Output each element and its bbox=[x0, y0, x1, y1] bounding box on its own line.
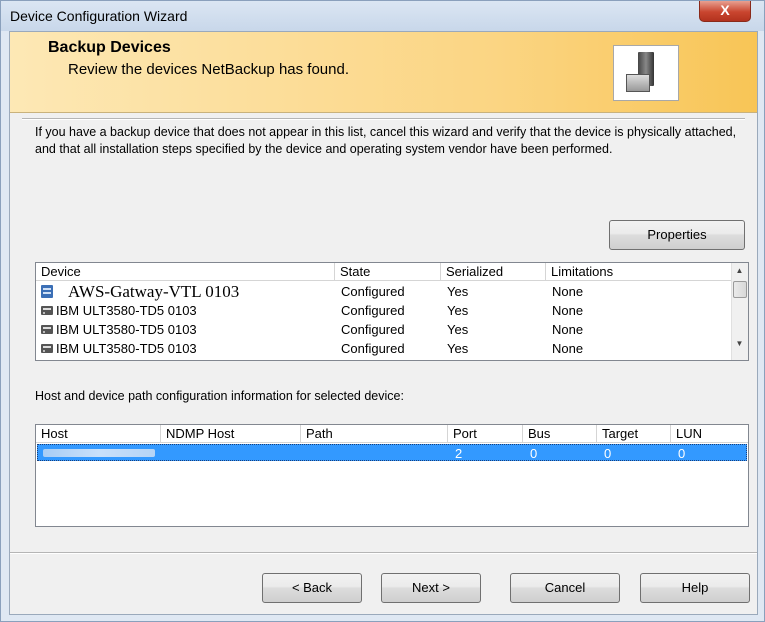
scroll-down-arrow-icon[interactable]: ▼ bbox=[732, 339, 747, 348]
device-limitations: None bbox=[552, 322, 584, 337]
device-limitations: None bbox=[552, 341, 584, 356]
device-list-scrollbar[interactable]: ▲ ▼ bbox=[731, 263, 748, 360]
column-header-device[interactable]: Device bbox=[36, 263, 335, 281]
scroll-thumb[interactable] bbox=[733, 281, 747, 298]
column-header-path[interactable]: Path bbox=[301, 425, 448, 443]
header-title: Backup Devices bbox=[48, 39, 171, 56]
properties-button[interactable]: Properties bbox=[609, 220, 745, 250]
help-button[interactable]: Help bbox=[640, 573, 750, 603]
header-subtitle: Review the devices NetBackup has found. bbox=[68, 61, 349, 78]
device-name: IBM ULT3580-TD5 0103 bbox=[56, 341, 197, 356]
device-name: IBM ULT3580-TD5 0103 bbox=[56, 303, 197, 318]
wizard-body: Backup Devices Review the devices NetBac… bbox=[9, 31, 758, 615]
column-header-ndmp-host[interactable]: NDMP Host bbox=[161, 425, 301, 443]
window-title: Device Configuration Wizard bbox=[10, 8, 188, 24]
column-header-state[interactable]: State bbox=[335, 263, 441, 281]
column-header-bus[interactable]: Bus bbox=[523, 425, 597, 443]
device-name: IBM ULT3580-TD5 0103 bbox=[56, 322, 197, 337]
device-state: Configured bbox=[341, 322, 405, 337]
device-row[interactable]: IBM ULT3580-TD5 0103 Configured Yes None bbox=[36, 320, 732, 339]
column-header-target[interactable]: Target bbox=[597, 425, 671, 443]
wizard-window: Device Configuration Wizard X Backup Dev… bbox=[0, 0, 765, 622]
host-name-redacted bbox=[43, 449, 155, 457]
scroll-up-arrow-icon[interactable]: ▲ bbox=[732, 266, 747, 275]
header-divider bbox=[22, 118, 745, 120]
footer-divider bbox=[10, 552, 757, 554]
device-state: Configured bbox=[341, 284, 405, 299]
device-serialized: Yes bbox=[447, 284, 469, 299]
target-value: 0 bbox=[604, 446, 612, 461]
column-header-limitations[interactable]: Limitations bbox=[546, 263, 732, 281]
vtl-device-icon bbox=[41, 285, 53, 298]
device-limitations: None bbox=[552, 303, 584, 318]
device-list[interactable]: Device State Serialized Limitations AWS-… bbox=[35, 262, 749, 361]
column-header-lun[interactable]: LUN bbox=[671, 425, 748, 443]
device-serialized: Yes bbox=[447, 322, 469, 337]
title-bar[interactable]: Device Configuration Wizard bbox=[1, 1, 764, 31]
port-value: 2 bbox=[455, 446, 463, 461]
device-serialized: Yes bbox=[447, 341, 469, 356]
device-state: Configured bbox=[341, 303, 405, 318]
device-serialized: Yes bbox=[447, 303, 469, 318]
lun-value: 0 bbox=[678, 446, 686, 461]
host-row-selected[interactable]: 2 0 0 0 bbox=[37, 444, 747, 461]
close-button[interactable]: X bbox=[699, 1, 751, 22]
column-header-host[interactable]: Host bbox=[36, 425, 161, 443]
device-row[interactable]: IBM ULT3580-TD5 0103 Configured Yes None bbox=[36, 301, 732, 320]
tape-drive-icon bbox=[41, 306, 53, 315]
tape-drive-icon bbox=[41, 325, 53, 334]
device-limitations: None bbox=[552, 284, 584, 299]
column-header-serialized[interactable]: Serialized bbox=[441, 263, 546, 281]
device-row[interactable]: AWS-Gatway-VTL 0103 Configured Yes None bbox=[36, 282, 732, 301]
device-row[interactable]: IBM ULT3580-TD5 0103 Configured Yes None bbox=[36, 339, 732, 358]
bus-value: 0 bbox=[530, 446, 538, 461]
column-header-port[interactable]: Port bbox=[448, 425, 523, 443]
server-icon bbox=[613, 45, 679, 101]
next-button[interactable]: Next > bbox=[381, 573, 481, 603]
cancel-button[interactable]: Cancel bbox=[510, 573, 620, 603]
device-state: Configured bbox=[341, 341, 405, 356]
host-section-label: Host and device path configuration infor… bbox=[35, 389, 404, 403]
tape-drive-icon bbox=[41, 344, 53, 353]
back-button[interactable]: < Back bbox=[262, 573, 362, 603]
device-name: AWS-Gatway-VTL 0103 bbox=[68, 282, 240, 301]
host-path-list[interactable]: Host NDMP Host Path Port Bus Target LUN … bbox=[35, 424, 749, 527]
intro-text: If you have a backup device that does no… bbox=[35, 125, 737, 156]
header-banner: Backup Devices Review the devices NetBac… bbox=[10, 32, 757, 113]
